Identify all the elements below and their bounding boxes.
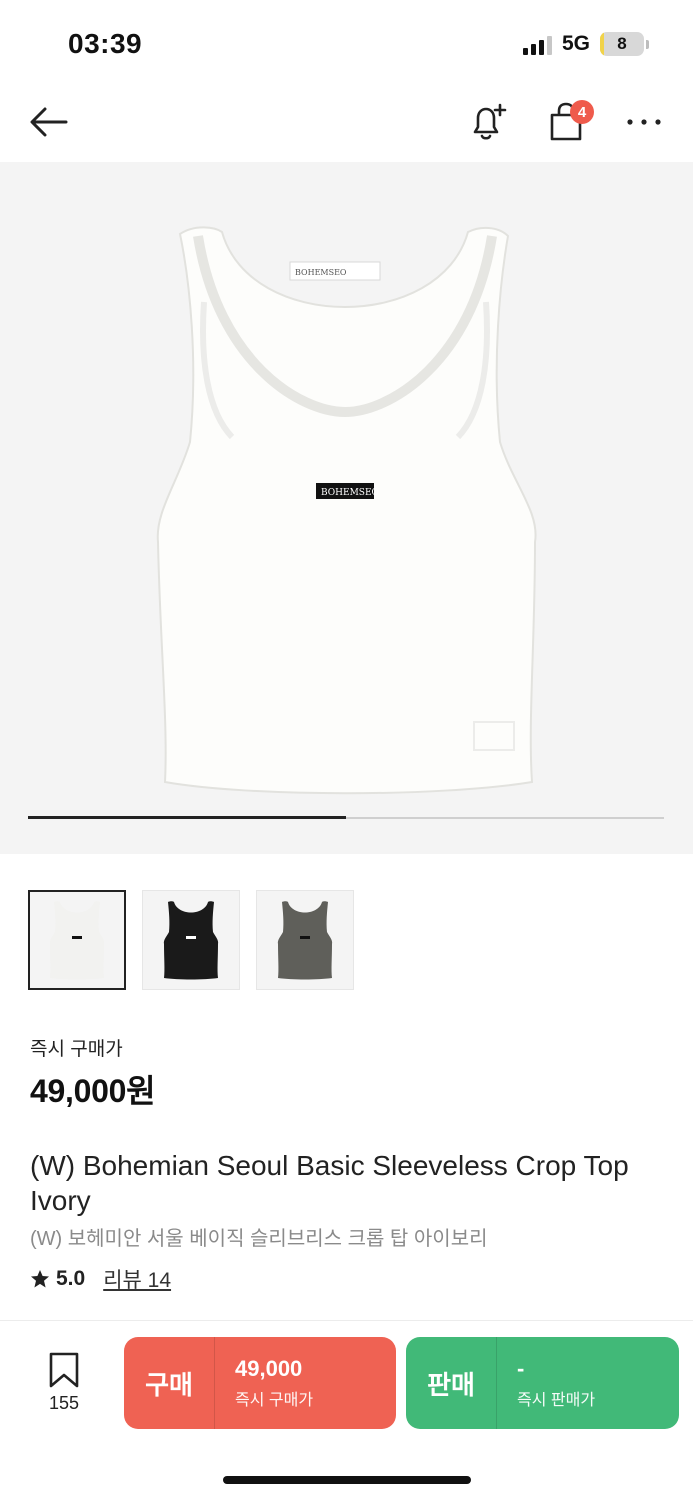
battery-icon: 8 <box>600 32 644 56</box>
price-value: 49,000원 <box>30 1073 156 1109</box>
sell-label: 판매 <box>427 1369 475 1400</box>
sell-price: - <box>517 1356 525 1381</box>
bottom-action-bar: 155 구매 49,000 즉시 구매가 판매 - 즉시 판매가 <box>0 1320 693 1500</box>
tank-top-image: BOHEMSEO BOHEMSEO <box>156 226 537 795</box>
sell-button[interactable]: 판매 - 즉시 판매가 <box>406 1337 679 1429</box>
product-image-carousel[interactable]: BOHEMSEO BOHEMSEO <box>0 162 693 854</box>
nav-bar: 4 <box>0 84 693 162</box>
back-button[interactable] <box>26 100 70 144</box>
bookmark-icon <box>49 1352 79 1388</box>
notification-add-button[interactable] <box>464 98 512 146</box>
thumbnail-black[interactable] <box>142 890 240 990</box>
signal-icon <box>522 33 552 55</box>
battery-fill <box>600 32 604 56</box>
network-label: 5G <box>561 32 590 55</box>
neck-label: BOHEMSEO <box>295 268 347 277</box>
tank-top-thumbnail <box>277 901 333 980</box>
buy-info: 49,000 즉시 구매가 <box>215 1356 313 1410</box>
arrow-left-icon <box>30 107 68 137</box>
color-thumbnails <box>28 890 354 990</box>
buy-sub-label: 즉시 구매가 <box>235 1392 314 1409</box>
status-time: 03:39 <box>68 28 143 59</box>
buy-button[interactable]: 구매 49,000 즉시 구매가 <box>124 1337 396 1429</box>
review-link[interactable]: 리뷰 14 <box>103 1264 171 1294</box>
rating-row: 5.0 리뷰 14 <box>30 1264 171 1294</box>
home-indicator <box>223 1476 471 1484</box>
wishlist-count: 155 <box>48 1393 80 1413</box>
buy-label: 구매 <box>145 1369 193 1400</box>
sell-info: - 즉시 판매가 <box>497 1356 595 1410</box>
star-icon <box>31 1270 49 1288</box>
carousel-progress <box>28 816 664 819</box>
thumbnail-charcoal[interactable] <box>256 890 354 990</box>
carousel-progress-fill <box>28 816 346 819</box>
thumbnail-ivory[interactable] <box>28 890 126 990</box>
price-label: 즉시 구매가 <box>30 1039 123 1060</box>
rating-value: 5.0 <box>56 1267 86 1290</box>
buy-price: 49,000 <box>235 1356 303 1381</box>
chest-label: BOHEMSEO <box>321 488 379 498</box>
product-title: (W) Bohemian Seoul Basic Sleeveless Crop… <box>30 1150 629 1216</box>
bell-plus-icon <box>473 103 507 140</box>
battery-cap <box>646 39 649 49</box>
more-dots-icon <box>627 119 661 125</box>
more-options-button[interactable] <box>622 98 666 146</box>
tank-top-thumbnail <box>163 901 219 980</box>
status-indicators: 5G 8 <box>522 32 649 56</box>
cart-button[interactable]: 4 <box>542 98 594 146</box>
product-subtitle: (W) 보헤미안 서울 베이직 슬리브리스 크롭 탑 아이보리 <box>30 1228 488 1250</box>
status-bar: 03:39 5G 8 <box>0 0 693 84</box>
cart-count-badge: 4 <box>570 100 594 124</box>
battery-level: 8 <box>617 34 627 53</box>
wishlist-button[interactable]: 155 <box>40 1351 88 1421</box>
tank-top-thumbnail <box>49 901 105 980</box>
sell-sub-label: 즉시 판매가 <box>517 1392 596 1409</box>
